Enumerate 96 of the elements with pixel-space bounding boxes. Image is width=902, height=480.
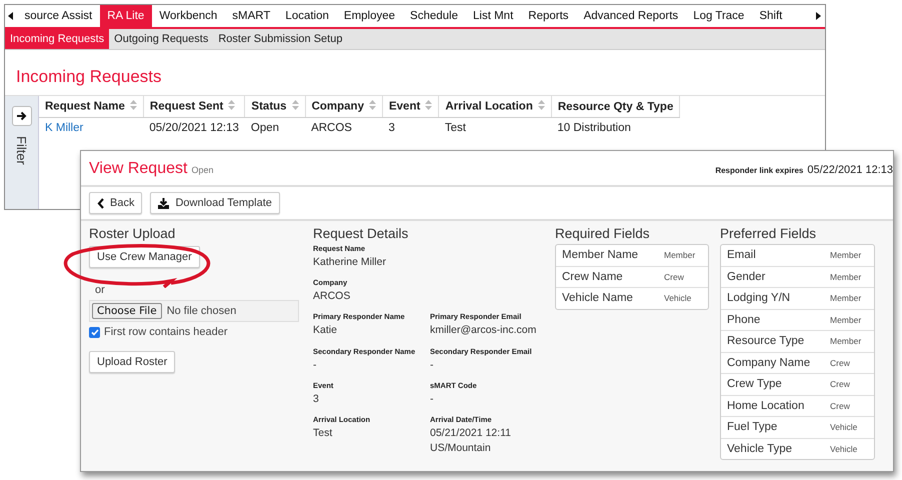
table-cell: Test <box>438 118 552 138</box>
nav-tab[interactable]: Shift <box>752 5 790 27</box>
column-header: Resource Qty & Type <box>551 96 680 118</box>
page-title: Incoming Requests <box>15 66 163 88</box>
field-group: Vehicle <box>830 422 868 432</box>
field-value: 05/21/2021 12:11 US/Mountain <box>430 426 512 456</box>
table-cell: 3 <box>382 118 439 138</box>
field-value: ARCOS <box>313 289 352 304</box>
field-name: Company Name <box>727 356 810 369</box>
field-value: Katherine Miller <box>313 255 387 270</box>
field-name: Fuel Type <box>727 421 778 434</box>
nav-tab[interactable]: Log Trace <box>686 5 752 27</box>
field-group: Crew <box>664 272 702 282</box>
column-header[interactable]: Status <box>244 96 306 118</box>
download-icon <box>158 198 170 208</box>
column-header[interactable]: Arrival Location <box>438 96 552 118</box>
nav-tab[interactable]: sMART <box>224 5 278 27</box>
field-group: Crew <box>830 379 868 390</box>
field-name: Crew Name <box>562 270 623 283</box>
field-name: Vehicle Name <box>562 292 633 304</box>
field-name: Resource Type <box>727 335 804 348</box>
field-value: - <box>430 358 434 373</box>
sort-icon[interactable] <box>368 100 376 110</box>
nav-tab[interactable]: Workbench <box>152 5 225 27</box>
field-group: Member <box>830 314 868 325</box>
checkbox-label: First row contains header <box>104 326 228 338</box>
field-name: Lodging Y/N <box>727 292 790 304</box>
section-heading: Preferred Fields <box>720 226 818 241</box>
field-group: Member <box>664 250 702 260</box>
field-group: Vehicle <box>664 293 702 304</box>
table-cell: ARCOS <box>305 118 382 138</box>
header-checkbox[interactable] <box>89 326 100 338</box>
sort-icon[interactable] <box>425 100 432 110</box>
status-label: Open <box>191 165 214 175</box>
scroll-left-icon[interactable] <box>8 12 14 20</box>
upload-roster-button[interactable]: Upload Roster <box>89 351 176 373</box>
field-name: Vehicle Type <box>727 442 792 455</box>
column-header[interactable]: Request Sent <box>143 96 245 118</box>
field-group: Crew <box>830 358 868 368</box>
column-header[interactable]: Event <box>382 96 439 118</box>
section-heading: Roster Upload <box>89 226 176 241</box>
field-group: Crew <box>830 400 868 411</box>
sub-tab[interactable]: Incoming Requests <box>5 29 110 49</box>
field-name: Home Location <box>727 400 804 412</box>
download-button[interactable]: Download Template <box>150 192 280 214</box>
sub-tab[interactable]: Outgoing Requests <box>109 29 214 49</box>
or-label: or <box>95 284 106 296</box>
choose-file-button[interactable]: Choose File <box>92 303 162 319</box>
sort-icon[interactable] <box>538 100 545 110</box>
field-value: 3 <box>313 392 320 407</box>
sub-tab[interactable]: Roster Submission Setup <box>213 29 348 49</box>
nav-tab[interactable]: Reports <box>520 5 576 27</box>
nav-tab[interactable]: Location <box>278 5 336 27</box>
file-status: No file chosen <box>166 305 236 317</box>
field-group: Member <box>830 336 868 346</box>
expiry-date: 05/22/2021 12:13 <box>807 164 893 176</box>
field-group: Member <box>830 250 868 260</box>
sort-icon[interactable] <box>228 100 236 110</box>
nav-tab[interactable]: List Mnt <box>466 5 521 27</box>
field-value: - <box>430 392 434 407</box>
field-name: Crew Type <box>727 378 782 390</box>
sort-icon[interactable] <box>292 100 299 110</box>
field-value: kmiller@arcos-inc.com <box>430 323 538 338</box>
nav-tab[interactable]: source Assist <box>17 5 100 27</box>
filter-label: Filter <box>14 136 29 165</box>
section-heading: Request Details <box>313 226 410 241</box>
field-name: Member Name <box>562 249 638 262</box>
field-group: Member <box>830 272 868 282</box>
sort-icon[interactable] <box>130 100 137 110</box>
request-link[interactable]: K Miller <box>45 122 84 134</box>
dialog-title: View Request <box>89 160 188 178</box>
column-header[interactable]: Company <box>305 96 382 118</box>
field-value: Katie <box>313 323 338 338</box>
field-value: Test <box>313 426 334 442</box>
back-button[interactable]: Back <box>89 192 142 214</box>
back-chevron-icon <box>97 198 104 208</box>
column-header[interactable]: Request Name <box>39 96 144 118</box>
table-cell: Open <box>244 118 306 138</box>
field-name: Phone <box>727 314 760 326</box>
nav-tab[interactable]: Advanced Reports <box>576 5 686 27</box>
expiry-label: Responder link expires <box>715 166 804 175</box>
nav-tab[interactable]: RA Lite <box>100 5 152 27</box>
table-cell: 05/20/2021 12:13 <box>143 118 245 138</box>
field-name: Email <box>727 249 756 262</box>
field-value: - <box>313 358 318 373</box>
field-group: Vehicle <box>830 444 868 454</box>
expand-filter-button[interactable] <box>12 106 32 126</box>
field-name: Gender <box>727 270 766 283</box>
table-cell: 10 Distribution <box>551 118 680 138</box>
scroll-right-icon[interactable] <box>816 12 822 20</box>
nav-tab[interactable]: Employee <box>336 5 403 27</box>
section-heading: Required Fields <box>555 226 651 241</box>
nav-tab[interactable]: Schedule <box>402 5 466 27</box>
field-group: Member <box>830 293 868 304</box>
file-input[interactable]: Choose File No file chosen <box>89 300 299 322</box>
arrow-right-icon <box>16 111 27 121</box>
